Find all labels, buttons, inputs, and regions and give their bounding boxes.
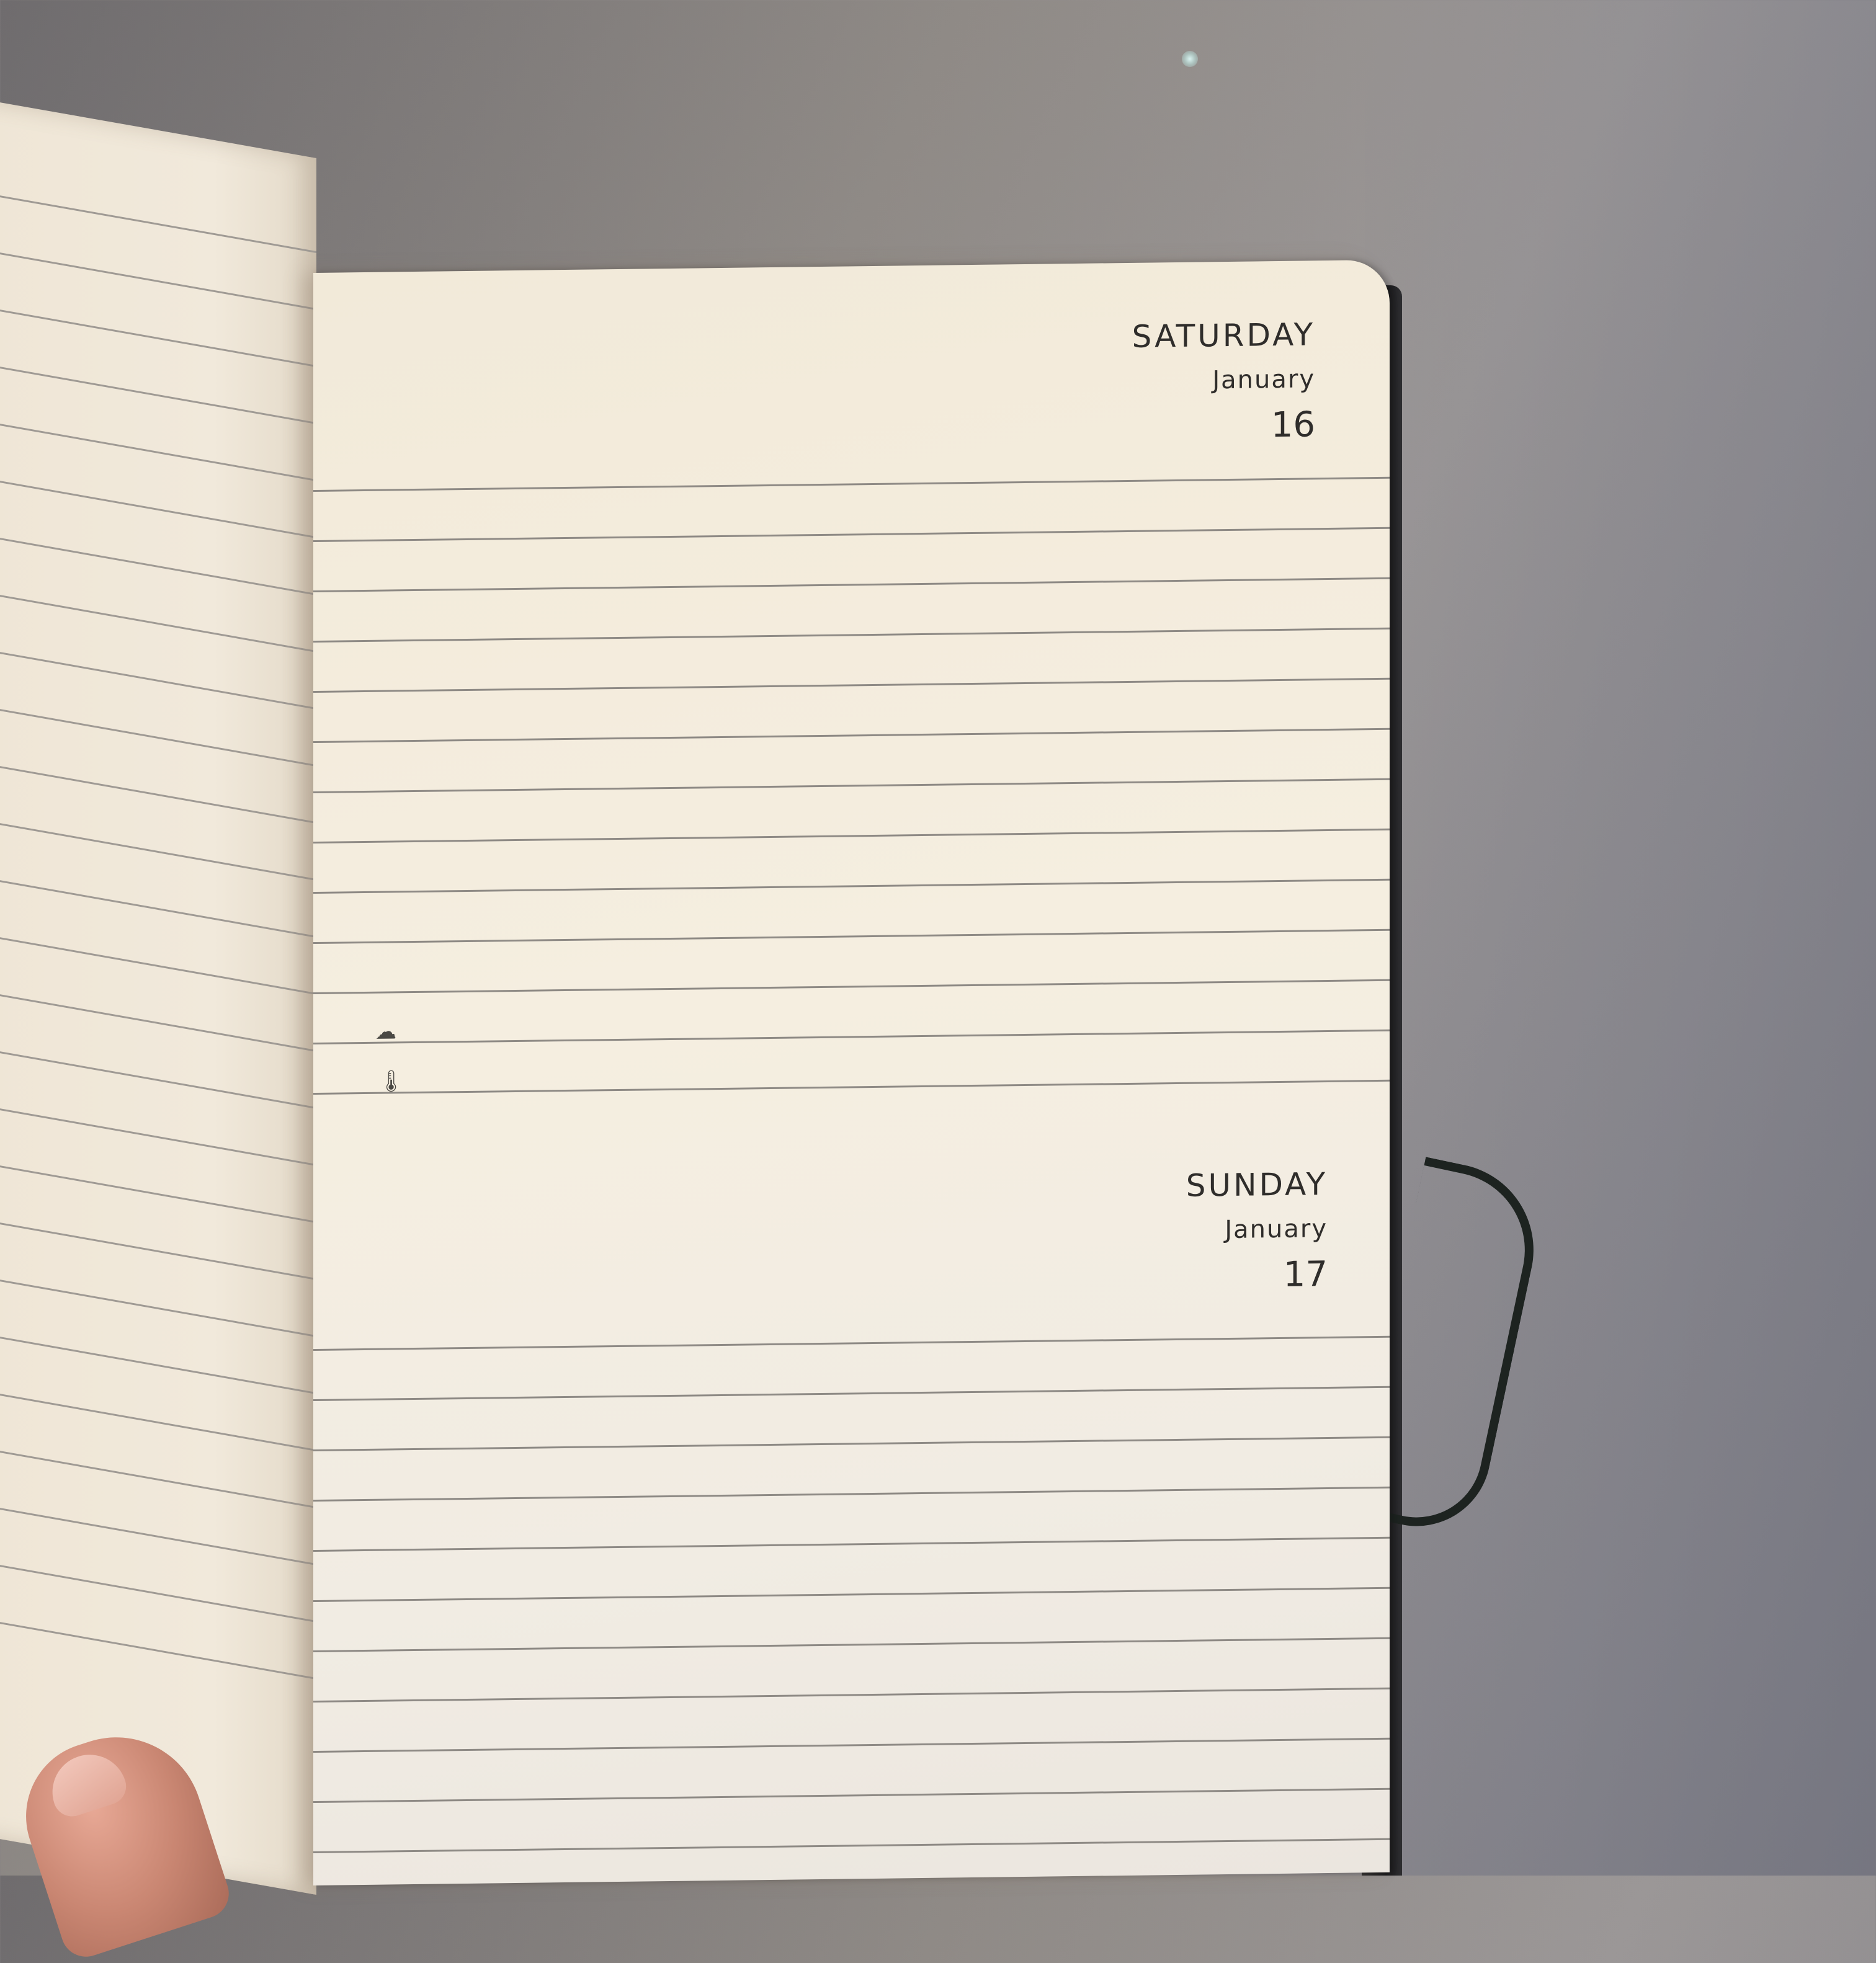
ruled-line (0, 533, 316, 595)
ruled-line (313, 728, 1390, 743)
ruled-line (313, 928, 1390, 944)
weekday-label: SUNDAY (1186, 1166, 1328, 1204)
ruled-line (0, 762, 316, 824)
ruled-line (313, 778, 1390, 793)
ruled-line (313, 1737, 1390, 1753)
ruled-line (0, 248, 316, 310)
ruled-line (0, 1104, 316, 1166)
ruled-line (313, 828, 1390, 844)
ruled-line (313, 527, 1390, 542)
ruled-line (0, 191, 316, 253)
ruled-line (313, 1536, 1390, 1552)
ruled-line (313, 1386, 1390, 1401)
ruled-line (313, 1486, 1390, 1502)
weekday-label: SATURDAY (1132, 316, 1315, 355)
ruled-line (313, 476, 1390, 492)
ruled-line (0, 1389, 316, 1451)
light-reflection (1182, 51, 1198, 67)
ruled-line (313, 1335, 1390, 1351)
ruled-line (0, 305, 316, 367)
ruled-line (0, 362, 316, 424)
ruled-line (0, 1161, 316, 1223)
ruled-line (0, 876, 316, 938)
day-header-sunday: SUNDAY January 17 (1186, 1166, 1328, 1296)
weather-icon: ☁ (375, 1019, 396, 1044)
month-label: January (1225, 1214, 1328, 1245)
background-shadow (1365, 0, 1876, 1876)
ruled-line (0, 1503, 316, 1565)
ruled-line (313, 677, 1390, 693)
day-number: 17 (1283, 1254, 1328, 1295)
month-label: January (1212, 365, 1315, 395)
right-page: SATURDAY January 16 SUNDAY January 17 ☁ … (313, 259, 1390, 1885)
ruled-line (313, 1029, 1390, 1044)
ruled-line (0, 419, 316, 481)
ruled-line (313, 1838, 1390, 1853)
ruled-line (313, 577, 1390, 592)
ruled-line (0, 1332, 316, 1394)
ruled-line (313, 1787, 1390, 1803)
ruled-line (313, 878, 1390, 894)
ruled-line (313, 627, 1390, 643)
left-page (0, 98, 316, 1895)
ruled-line (313, 979, 1390, 994)
ruled-line (0, 1618, 316, 1680)
ruled-line (0, 990, 316, 1052)
ruled-line (0, 705, 316, 767)
ruled-line (0, 819, 316, 881)
ruled-line (313, 1436, 1390, 1451)
thermometer-icon: 🌡 (378, 1069, 405, 1094)
photo-scene: SATURDAY January 16 SUNDAY January 17 ☁ … (0, 0, 1876, 1963)
ruled-line (0, 476, 316, 538)
ruled-line (0, 1560, 316, 1622)
ruled-line (0, 648, 316, 710)
day-number: 16 (1271, 404, 1315, 446)
ruled-line (0, 933, 316, 995)
ruled-line (313, 1587, 1390, 1602)
ruled-line (0, 1446, 316, 1508)
ruled-line (0, 1275, 316, 1337)
ruled-line (0, 1047, 316, 1109)
ruled-line (313, 1079, 1390, 1095)
ruled-line (313, 1637, 1390, 1652)
day-header-saturday: SATURDAY January 16 (1132, 316, 1315, 447)
ruled-line (313, 1687, 1390, 1703)
ruled-line (0, 1218, 316, 1280)
ruled-line (0, 590, 316, 652)
